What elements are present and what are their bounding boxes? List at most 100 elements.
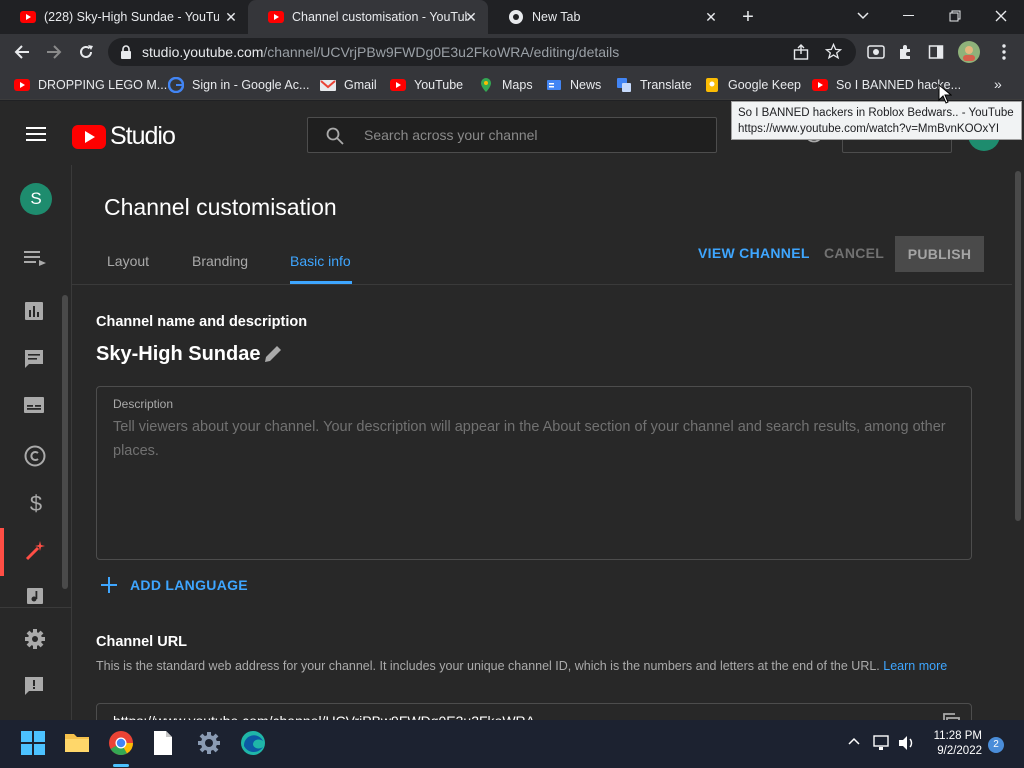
tab-close-icon[interactable]: ✕	[704, 10, 718, 24]
browser-tab-new-tab[interactable]: New Tab ✕	[488, 0, 728, 34]
content-list-icon[interactable]	[24, 251, 48, 275]
browser-tab-youtube[interactable]: (228) Sky-High Sundae - YouTube ✕	[0, 0, 248, 34]
studio-left-nav: S $	[0, 165, 72, 730]
tab-divider	[72, 284, 1012, 285]
tab-branding[interactable]: Branding	[192, 253, 248, 269]
bookmark-youtube[interactable]: YouTube	[390, 75, 463, 95]
subtitles-icon[interactable]	[24, 397, 48, 421]
system-clock[interactable]: 11:28 PM 9/2/2022	[918, 729, 982, 759]
url-text[interactable]: studio.youtube.com/channel/UCVrjPBw9FWDg…	[142, 44, 619, 60]
audio-library-icon[interactable]	[24, 587, 48, 605]
network-icon[interactable]	[873, 735, 891, 751]
profile-avatar-icon[interactable]	[955, 38, 983, 66]
send-feedback-icon[interactable]	[24, 676, 48, 700]
clock-time: 11:28 PM	[933, 730, 982, 742]
keep-icon	[706, 78, 718, 92]
back-arrow-icon[interactable]	[8, 38, 36, 66]
restore-icon[interactable]	[932, 0, 978, 32]
edit-pencil-icon[interactable]	[263, 344, 283, 364]
volume-icon[interactable]	[898, 735, 916, 751]
youtube-favicon-icon	[20, 11, 36, 23]
windows-start-icon[interactable]	[20, 730, 48, 758]
screencast-extension-icon[interactable]	[862, 38, 890, 66]
file-explorer-icon[interactable]	[64, 730, 92, 758]
notification-badge[interactable]: 2	[988, 737, 1004, 753]
description-label: Description	[113, 397, 174, 411]
cancel-button[interactable]: CANCEL	[824, 245, 884, 261]
edge-icon[interactable]	[240, 730, 268, 758]
customisation-magic-wand-icon[interactable]	[24, 540, 48, 564]
bookmark-google-signin[interactable]: Sign in - Google Ac...	[168, 75, 309, 95]
bookmark-google-keep[interactable]: Google Keep	[704, 75, 801, 95]
bookmark-translate[interactable]: Translate	[616, 75, 692, 95]
share-icon[interactable]	[793, 44, 809, 60]
channel-url-description: This is the standard web address for you…	[96, 659, 948, 673]
close-window-icon[interactable]	[978, 0, 1024, 32]
forward-arrow-icon[interactable]	[40, 38, 68, 66]
copyright-icon[interactable]	[24, 445, 48, 469]
nav-divider	[0, 607, 72, 608]
plus-icon	[101, 577, 117, 593]
tooltip-title: So I BANNED hackers in Roblox Bedwars.. …	[738, 107, 1014, 119]
bookmark-gmail[interactable]: Gmail	[320, 75, 377, 95]
notepad-icon[interactable]	[152, 730, 180, 758]
youtube-logo-icon	[72, 124, 106, 149]
bookmarks-overflow-chevron-icon[interactable]: »	[994, 76, 1002, 92]
tab-close-icon[interactable]: ✕	[464, 10, 478, 24]
kebab-menu-icon[interactable]	[990, 38, 1018, 66]
youtube-favicon-icon	[268, 11, 284, 23]
side-panel-icon[interactable]	[922, 38, 950, 66]
section-title-channel-url: Channel URL	[96, 634, 188, 650]
comments-icon[interactable]	[24, 349, 48, 373]
tooltip-url: https://www.youtube.com/watch?v=MmBvnKOO…	[738, 123, 1000, 135]
tab-close-icon[interactable]: ✕	[224, 10, 238, 24]
tray-chevron-up-icon[interactable]	[848, 737, 860, 745]
chrome-favicon-icon	[508, 9, 524, 25]
main-scrollbar[interactable]	[1012, 165, 1024, 730]
nav-scrollbar[interactable]	[62, 295, 68, 589]
new-tab-plus-icon[interactable]: +	[738, 7, 758, 28]
monetization-dollar-icon[interactable]: $	[24, 492, 48, 516]
description-placeholder[interactable]: Tell viewers about your channel. Your de…	[113, 415, 953, 463]
bookmark-star-icon[interactable]	[825, 43, 842, 60]
main-scrollbar-thumb[interactable]	[1015, 171, 1021, 521]
address-bar[interactable]: studio.youtube.com/channel/UCVrjPBw9FWDg…	[108, 38, 856, 66]
bookmark-dropping-lego[interactable]: DROPPING LEGO M...	[14, 75, 167, 95]
bookmark-tooltip: So I BANNED hackers in Roblox Bedwars.. …	[731, 101, 1022, 140]
settings-gear-icon[interactable]	[24, 628, 48, 652]
lock-icon[interactable]	[120, 45, 132, 59]
mouse-cursor-icon	[938, 84, 952, 104]
browser-tab-channel-customisation[interactable]: Channel customisation - YouTube ✕	[248, 0, 488, 34]
add-language-button[interactable]: ADD LANGUAGE	[100, 576, 248, 594]
publish-button[interactable]: PUBLISH	[895, 236, 984, 272]
search-input[interactable]	[364, 118, 704, 152]
learn-more-link[interactable]: Learn more	[883, 659, 947, 673]
youtube-bookmark-icon	[14, 79, 30, 91]
bookmark-maps[interactable]: Maps	[478, 75, 533, 95]
news-icon	[547, 80, 561, 90]
page-title: Channel customisation	[104, 194, 337, 220]
reload-icon[interactable]	[72, 38, 100, 66]
studio-logo-text: Studio	[110, 122, 176, 150]
settings-taskbar-icon[interactable]	[196, 730, 224, 758]
tab-title: New Tab	[532, 10, 581, 24]
section-title-name-description: Channel name and description	[96, 314, 308, 330]
bookmarks-bar: DROPPING LEGO M... Sign in - Google Ac..…	[0, 70, 1024, 100]
windows-taskbar: 11:28 PM 9/2/2022 2	[0, 720, 1024, 768]
hamburger-menu-icon[interactable]	[26, 127, 46, 141]
tab-layout[interactable]: Layout	[107, 253, 149, 269]
chrome-taskbar-icon[interactable]	[108, 730, 136, 758]
minimize-icon[interactable]	[886, 0, 932, 32]
channel-avatar[interactable]: S	[20, 183, 52, 215]
analytics-icon[interactable]	[24, 301, 48, 325]
tab-basic-info[interactable]: Basic info	[290, 253, 351, 269]
tab-search-chevron-icon[interactable]	[840, 0, 886, 32]
view-channel-button[interactable]: VIEW CHANNEL	[698, 245, 810, 261]
search-icon	[326, 127, 344, 145]
description-field[interactable]: Description Tell viewers about your chan…	[96, 386, 972, 560]
bookmark-news[interactable]: News	[546, 75, 601, 95]
main-content: Channel customisation Layout Branding Ba…	[72, 165, 1012, 730]
extensions-puzzle-icon[interactable]	[892, 38, 920, 66]
channel-search-box[interactable]	[307, 117, 717, 153]
studio-logo[interactable]: Studio	[72, 122, 176, 151]
